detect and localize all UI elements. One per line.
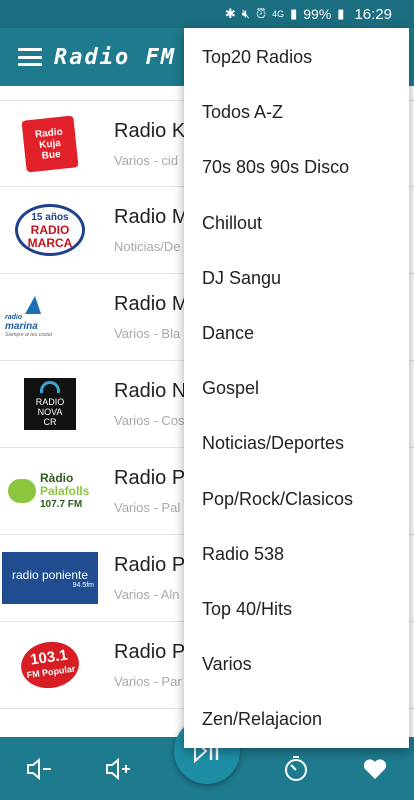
menu-icon[interactable] <box>18 48 42 66</box>
menu-item-dance[interactable]: Dance <box>184 306 409 361</box>
volume-up-icon[interactable] <box>96 747 140 791</box>
station-subtitle: Varios - Cos <box>114 413 185 428</box>
station-logo: Ràdio Palafolls 107.7 FM <box>0 448 100 535</box>
mute-icon: 🔇︎ <box>241 6 250 21</box>
station-title: Radio P <box>114 554 186 576</box>
menu-item-poprock[interactable]: Pop/Rock/Clasicos <box>184 472 409 527</box>
menu-item-disco[interactable]: 70s 80s 90s Disco <box>184 140 409 195</box>
station-title: Radio P <box>114 467 186 489</box>
menu-item-top40[interactable]: Top 40/Hits <box>184 582 409 637</box>
station-logo: Radio Kuja Bue <box>0 100 100 187</box>
battery-icon: ▮ <box>337 6 345 21</box>
station-logo: 103.1 FM Popular <box>0 622 100 709</box>
clock: 16:29 <box>354 5 392 23</box>
4g-icon: 4G <box>272 9 285 19</box>
app-title: Radio FM <box>54 44 176 70</box>
station-title: Radio N <box>114 380 187 402</box>
menu-item-top20[interactable]: Top20 Radios <box>184 30 409 85</box>
station-title: Radio M <box>114 206 189 228</box>
station-title: Radio K <box>114 119 186 142</box>
menu-item-gospel[interactable]: Gospel <box>184 361 409 416</box>
station-subtitle: Varios - Bla <box>114 326 181 341</box>
volume-down-icon[interactable] <box>17 747 61 791</box>
category-menu: Top20 Radios Todos A-Z 70s 80s 90s Disco… <box>184 28 409 748</box>
station-subtitle: Varios - Pal <box>114 500 181 515</box>
timer-icon[interactable] <box>274 747 318 791</box>
station-subtitle: Noticias/De <box>114 239 181 254</box>
station-logo: radio marina Siempre al teu costat <box>0 274 100 361</box>
station-title: Radio P <box>114 641 186 663</box>
menu-item-zen[interactable]: Zen/Relajacion <box>184 692 409 747</box>
battery-level: 99% <box>303 6 332 22</box>
station-subtitle: Varios - Par <box>114 674 182 689</box>
signal-icon: ▮ <box>290 6 298 21</box>
menu-item-todos[interactable]: Todos A-Z <box>184 85 409 140</box>
station-logo: radio poniente 94.5fm <box>0 535 100 622</box>
station-logo: 15 años RADIO MARCA <box>0 187 100 274</box>
station-subtitle: Varios - Aln <box>114 587 180 602</box>
menu-item-radio538[interactable]: Radio 538 <box>184 527 409 582</box>
bluetooth-icon: ✱ <box>224 6 236 21</box>
menu-item-chillout[interactable]: Chillout <box>184 196 409 251</box>
menu-item-varios[interactable]: Varios <box>184 637 409 692</box>
alarm-icon: ⏰︎ <box>255 6 267 21</box>
menu-item-noticias[interactable]: Noticias/Deportes <box>184 416 409 471</box>
station-logo: RADIO NOVA CR <box>0 361 100 448</box>
favorite-icon[interactable] <box>353 747 397 791</box>
station-title: Radio M <box>114 293 189 315</box>
station-subtitle: Varios - cid <box>114 152 179 168</box>
status-bar: ✱ 🔇︎ ⏰︎ 4G ▮ 99% ▮ 16:29 <box>0 0 414 28</box>
menu-item-djsangu[interactable]: DJ Sangu <box>184 251 409 306</box>
